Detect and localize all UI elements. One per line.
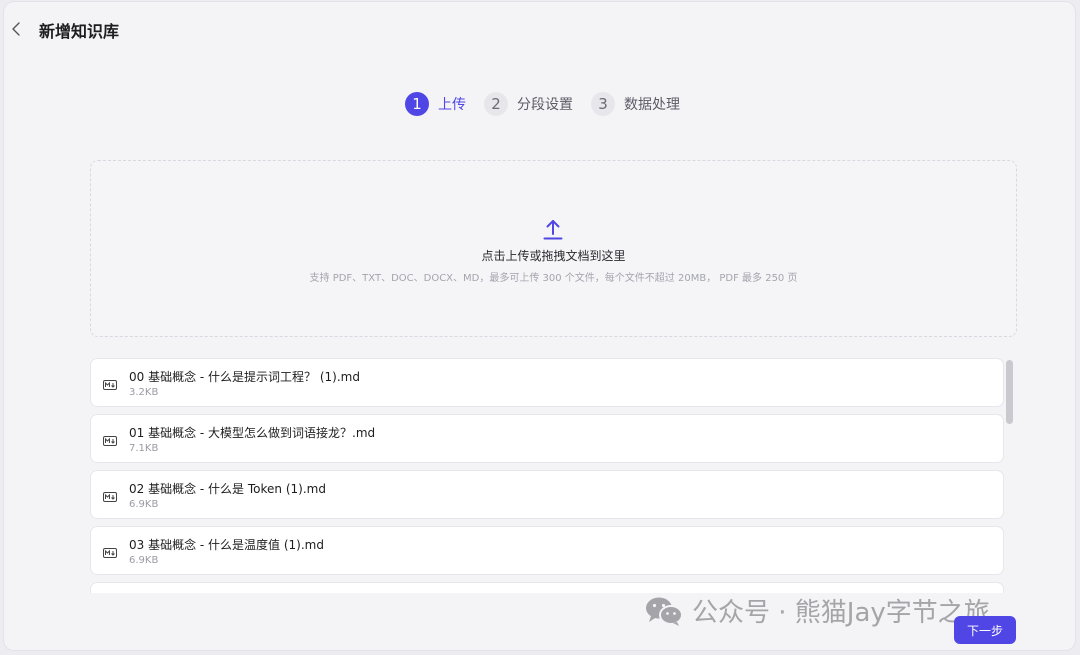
next-step-button[interactable]: 下一步 bbox=[954, 616, 1016, 644]
file-list-scrollbar[interactable] bbox=[1006, 360, 1013, 424]
watermark: 公众号 · 熊猫Jay字节之旅 bbox=[644, 592, 990, 629]
list-item[interactable]: 03 基础概念 - 什么是温度值 (1).md 6.9KB bbox=[90, 526, 1004, 575]
step-label: 上传 bbox=[438, 97, 466, 113]
watermark-text: 公众号 · 熊猫Jay字节之旅 bbox=[692, 598, 990, 628]
file-name: 02 基础概念 - 什么是 Token (1).md bbox=[129, 482, 326, 496]
step-segment-settings[interactable]: 2 分段设置 bbox=[484, 92, 573, 116]
list-item[interactable]: 00 基础概念 - 什么是提示词工程？ (1).md 3.2KB bbox=[90, 358, 1004, 407]
file-size: 6.9KB bbox=[129, 499, 159, 510]
top-bar: 新增知识库 bbox=[4, 2, 1075, 58]
step-label: 数据处理 bbox=[624, 97, 680, 113]
upload-dropzone[interactable]: 点击上传或拖拽文档到这里 支持 PDF、TXT、DOC、DOCX、MD，最多可上… bbox=[90, 160, 1017, 337]
dropzone-title: 点击上传或拖拽文档到这里 bbox=[481, 249, 626, 263]
step-number: 2 bbox=[484, 92, 508, 116]
list-item[interactable]: 02 基础概念 - 什么是 Token (1).md 6.9KB bbox=[90, 470, 1004, 519]
file-list: 00 基础概念 - 什么是提示词工程？ (1).md 3.2KB 01 基础概念… bbox=[90, 358, 1004, 593]
upload-icon bbox=[543, 220, 563, 240]
markdown-file-icon bbox=[103, 380, 117, 390]
list-item[interactable]: 01 基础概念 - 大模型怎么做到词语接龙？.md 7.1KB bbox=[90, 414, 1004, 463]
step-number: 3 bbox=[591, 92, 615, 116]
step-label: 分段设置 bbox=[517, 97, 573, 113]
step-upload[interactable]: 1 上传 bbox=[405, 92, 466, 116]
dropzone-hint: 支持 PDF、TXT、DOC、DOCX、MD，最多可上传 300 个文件，每个文… bbox=[309, 273, 798, 284]
markdown-file-icon bbox=[103, 436, 117, 446]
file-name: 01 基础概念 - 大模型怎么做到词语接龙？.md bbox=[129, 426, 376, 440]
chevron-left-icon bbox=[12, 22, 20, 36]
stepper: 1 上传 2 分段设置 3 数据处理 bbox=[4, 92, 1075, 116]
app-window: 新增知识库 1 上传 2 分段设置 3 数据处理 点击上传或拖拽文档到这里 支持… bbox=[4, 2, 1075, 650]
file-name: 00 基础概念 - 什么是提示词工程？ (1).md bbox=[129, 370, 360, 384]
step-data-processing[interactable]: 3 数据处理 bbox=[591, 92, 680, 116]
page-title: 新增知识库 bbox=[39, 22, 120, 41]
back-button[interactable] bbox=[6, 16, 26, 42]
file-size: 6.9KB bbox=[129, 555, 159, 566]
wechat-icon bbox=[646, 597, 683, 626]
step-number: 1 bbox=[405, 92, 429, 116]
markdown-file-icon bbox=[103, 492, 117, 502]
file-size: 7.1KB bbox=[129, 443, 159, 454]
file-name: 03 基础概念 - 什么是温度值 (1).md bbox=[129, 538, 324, 552]
markdown-file-icon bbox=[103, 548, 117, 558]
file-size: 3.2KB bbox=[129, 387, 159, 398]
